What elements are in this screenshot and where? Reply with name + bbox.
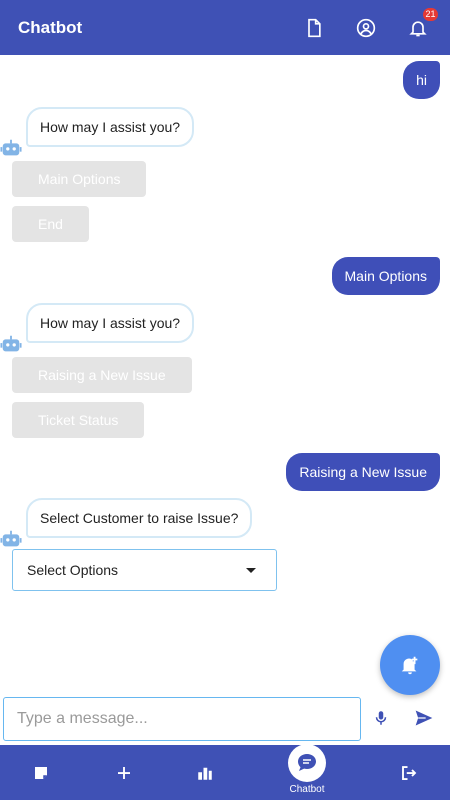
message-composer [0, 695, 450, 747]
chevron-down-icon [246, 567, 256, 573]
nav-chatbot-label: Chatbot [289, 784, 325, 795]
select-value: Select Options [27, 562, 119, 578]
logout-icon [402, 765, 417, 780]
note-icon [35, 766, 47, 779]
option-main-options-button[interactable]: Main Options [12, 161, 147, 197]
notification-badge: 21 [423, 7, 438, 21]
account-icon[interactable] [352, 14, 380, 42]
bot-avatar-icon [0, 335, 22, 352]
add-icon [118, 766, 130, 779]
nav-active-indicator [288, 744, 326, 782]
bell-icon[interactable]: 21 [404, 7, 438, 42]
message-input[interactable] [3, 697, 361, 741]
user-message: Main Options [331, 257, 440, 295]
bot-message: Select Customer to raise Issue? [26, 498, 253, 538]
option-raising-new-issue-button[interactable]: Raising a New Issue [12, 357, 192, 393]
bot-message-row: How may I assist you? [0, 303, 195, 355]
bot-avatar-icon [0, 139, 22, 156]
nav-analytics-button[interactable] [195, 745, 215, 800]
bot-message: How may I assist you? [26, 107, 195, 147]
chatbot-icon [298, 754, 316, 771]
nav-note-button[interactable] [30, 745, 52, 800]
user-message: Raising a New Issue [286, 453, 440, 491]
app-bar: Chatbot 21 [0, 0, 450, 55]
bot-message: How may I assist you? [26, 303, 195, 343]
nav-add-button[interactable] [114, 745, 134, 800]
option-ticket-status-button[interactable]: Ticket Status [12, 402, 145, 438]
customer-select-dropdown[interactable]: Select Options [12, 549, 277, 591]
mic-icon[interactable] [370, 707, 392, 729]
chat-area: hi How may I assist you? Main Options En… [0, 55, 450, 695]
nav-chatbot-button[interactable]: Chatbot [282, 744, 332, 800]
option-end-button[interactable]: End [12, 206, 89, 242]
send-icon[interactable] [411, 707, 437, 729]
app-title: Chatbot [18, 17, 83, 37]
add-alert-fab-button[interactable] [380, 635, 440, 695]
bar-chart-icon [198, 767, 212, 780]
bell-plus-icon [401, 656, 418, 675]
bot-avatar-icon [0, 530, 22, 547]
bot-message-row: Select Customer to raise Issue? [0, 498, 253, 550]
user-message: hi [403, 61, 440, 99]
nav-logout-button[interactable] [399, 745, 419, 800]
bot-message-row: How may I assist you? [0, 107, 195, 159]
bottom-navigation: Chatbot [0, 744, 450, 800]
document-icon[interactable] [300, 14, 328, 42]
